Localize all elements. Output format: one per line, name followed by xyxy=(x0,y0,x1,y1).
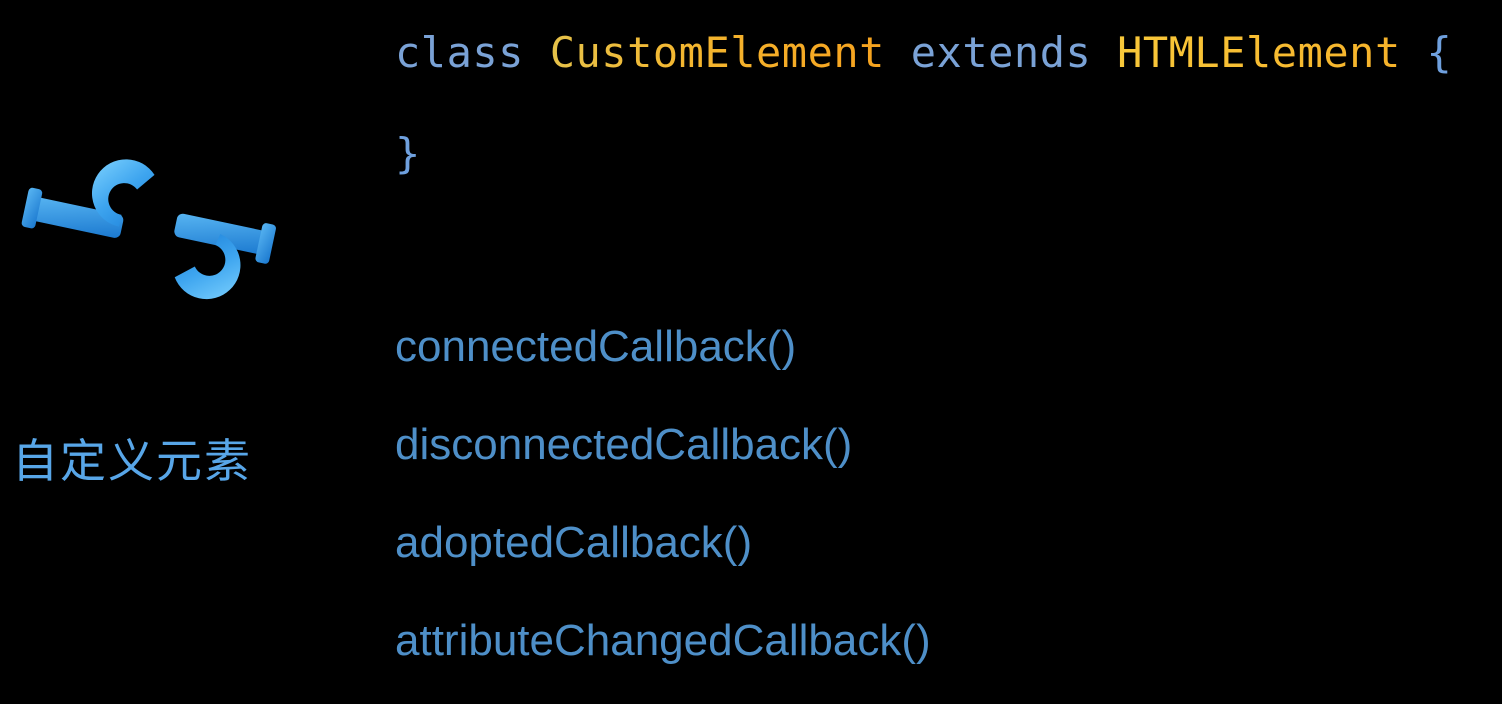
side-label: 自定义元素 xyxy=(12,425,252,491)
class-name: CustomElement xyxy=(550,28,885,77)
close-brace: } xyxy=(395,129,421,178)
callback-item: adoptedCallback() xyxy=(395,518,931,568)
code-block: class CustomElement extends HTMLElement … xyxy=(395,30,1452,177)
wrench-link-icon xyxy=(20,145,280,305)
keyword-class: class xyxy=(395,28,524,77)
callback-item: disconnectedCallback() xyxy=(395,420,931,470)
keyword-extends: extends xyxy=(911,28,1092,77)
code-line-2: } xyxy=(395,131,1452,177)
slide-root: 自定义元素 class CustomElement extends HTMLEl… xyxy=(0,0,1502,704)
side-column: 自定义元素 xyxy=(0,0,350,704)
callback-item: connectedCallback() xyxy=(395,322,931,372)
code-line-1: class CustomElement extends HTMLElement … xyxy=(395,30,1452,76)
callback-item: attributeChangedCallback() xyxy=(395,616,931,666)
callback-list: connectedCallback() disconnectedCallback… xyxy=(395,322,931,666)
parent-class: HTMLElement xyxy=(1117,28,1401,77)
open-brace: { xyxy=(1427,28,1453,77)
